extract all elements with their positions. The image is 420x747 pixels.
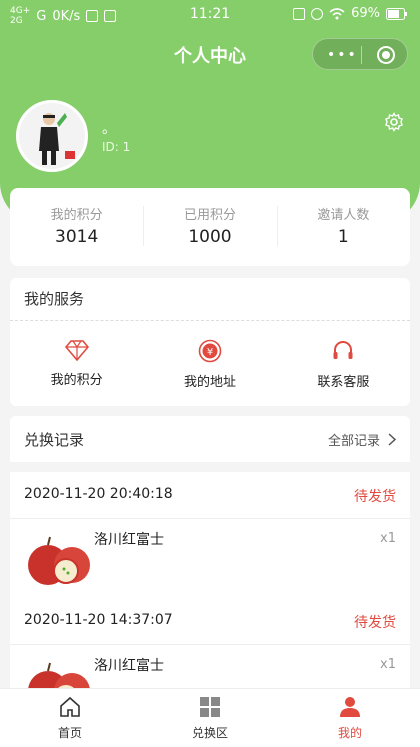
order-card[interactable]: 2020-11-20 14:37:07 待发货 洛川红富士 x1	[10, 598, 410, 692]
battery-icon	[386, 7, 407, 20]
alarm-icon	[311, 7, 324, 20]
service-label: 联系客服	[317, 375, 370, 390]
stat-used-points[interactable]: 已用积分 1000	[143, 188, 276, 266]
gear-icon	[385, 112, 403, 132]
tab-mine[interactable]: 我的	[280, 689, 420, 747]
product-image	[28, 536, 90, 585]
product-name: 洛川红富士	[94, 532, 164, 548]
tab-label: 兑换区	[191, 726, 228, 740]
headset-icon	[333, 341, 353, 359]
stat-label: 已用积分	[183, 208, 236, 223]
order-card[interactable]: 2020-11-20 20:40:18 待发货 洛川红富士 x1	[10, 472, 410, 603]
order-status: 待发货	[354, 489, 396, 505]
stat-label: 邀请人数	[317, 208, 370, 223]
chevron-right-icon	[388, 433, 396, 446]
service-my-points[interactable]: 我的积分	[10, 321, 143, 407]
tab-exchange[interactable]: 兑换区	[140, 689, 280, 747]
order-header: 2020-11-20 20:40:18 待发货	[10, 472, 410, 519]
status-right: 69%	[293, 6, 408, 21]
records-title: 兑换记录	[24, 431, 85, 449]
product-qty: x1	[380, 657, 396, 672]
product-name: 洛川红富士	[94, 658, 164, 674]
user-icon	[340, 697, 360, 717]
product-image	[28, 662, 90, 692]
home-icon	[60, 696, 80, 717]
services-row: 我的积分 ¥ 我的地址 联系客服	[10, 321, 410, 407]
target-icon[interactable]	[377, 46, 395, 64]
all-records-label: 全部记录	[327, 434, 380, 449]
stat-value: 1	[337, 227, 349, 247]
stat-my-points[interactable]: 我的积分 3014	[10, 188, 143, 266]
all-records-link[interactable]: 全部记录	[328, 430, 396, 449]
tab-label: 首页	[57, 726, 82, 740]
service-label: 我的积分	[50, 373, 103, 388]
order-item[interactable]: 洛川红富士 x1	[10, 519, 410, 603]
order-date: 2020-11-20 20:40:18	[24, 486, 173, 502]
tab-home[interactable]: 首页	[0, 689, 140, 747]
order-date: 2020-11-20 14:37:07	[24, 612, 173, 628]
services-title: 我的服务	[10, 278, 410, 321]
nav-bar: 个人中心 •••	[0, 30, 420, 78]
tab-label: 我的	[337, 726, 362, 740]
mini-program-capsule: •••	[312, 38, 408, 70]
stat-invites[interactable]: 邀请人数 1	[276, 188, 410, 266]
grid-icon	[200, 697, 220, 717]
stat-value: 1000	[188, 227, 232, 247]
order-item[interactable]: 洛川红富士 x1	[10, 645, 410, 692]
settings-button[interactable]	[384, 112, 404, 136]
service-my-address[interactable]: ¥ 我的地址	[143, 321, 276, 407]
yuan-icon: ¥	[198, 339, 222, 363]
wifi-icon	[329, 7, 345, 19]
diamond-icon	[64, 340, 89, 362]
svg-text:¥: ¥	[207, 347, 213, 358]
status-bar: 4G+ 2G G 0K/s 11:21 69%	[0, 0, 420, 30]
service-label: 我的地址	[183, 375, 236, 390]
points-summary-card: 我的积分 3014 已用积分 1000 邀请人数 1	[10, 188, 410, 266]
user-name: 。	[102, 121, 116, 137]
avatar[interactable]	[16, 100, 88, 172]
battery-label: 69%	[351, 6, 380, 21]
user-id: ID: 1	[102, 140, 131, 154]
avatar-image	[19, 103, 85, 169]
stat-label: 我的积分	[50, 208, 103, 223]
more-dots-icon[interactable]: •••	[327, 47, 358, 63]
product-qty: x1	[380, 531, 396, 546]
stat-value: 3014	[55, 227, 99, 247]
capsule-divider	[361, 46, 362, 64]
service-customer-support[interactable]: 联系客服	[277, 321, 410, 407]
vibrate-icon	[293, 7, 306, 20]
records-header: 兑换记录 全部记录	[10, 416, 410, 462]
order-status: 待发货	[354, 615, 396, 631]
order-header: 2020-11-20 14:37:07 待发货	[10, 598, 410, 645]
tab-bar: 首页 兑换区 我的	[0, 688, 420, 747]
services-card: 我的服务 我的积分 ¥ 我的地址 联系客服	[10, 278, 410, 406]
